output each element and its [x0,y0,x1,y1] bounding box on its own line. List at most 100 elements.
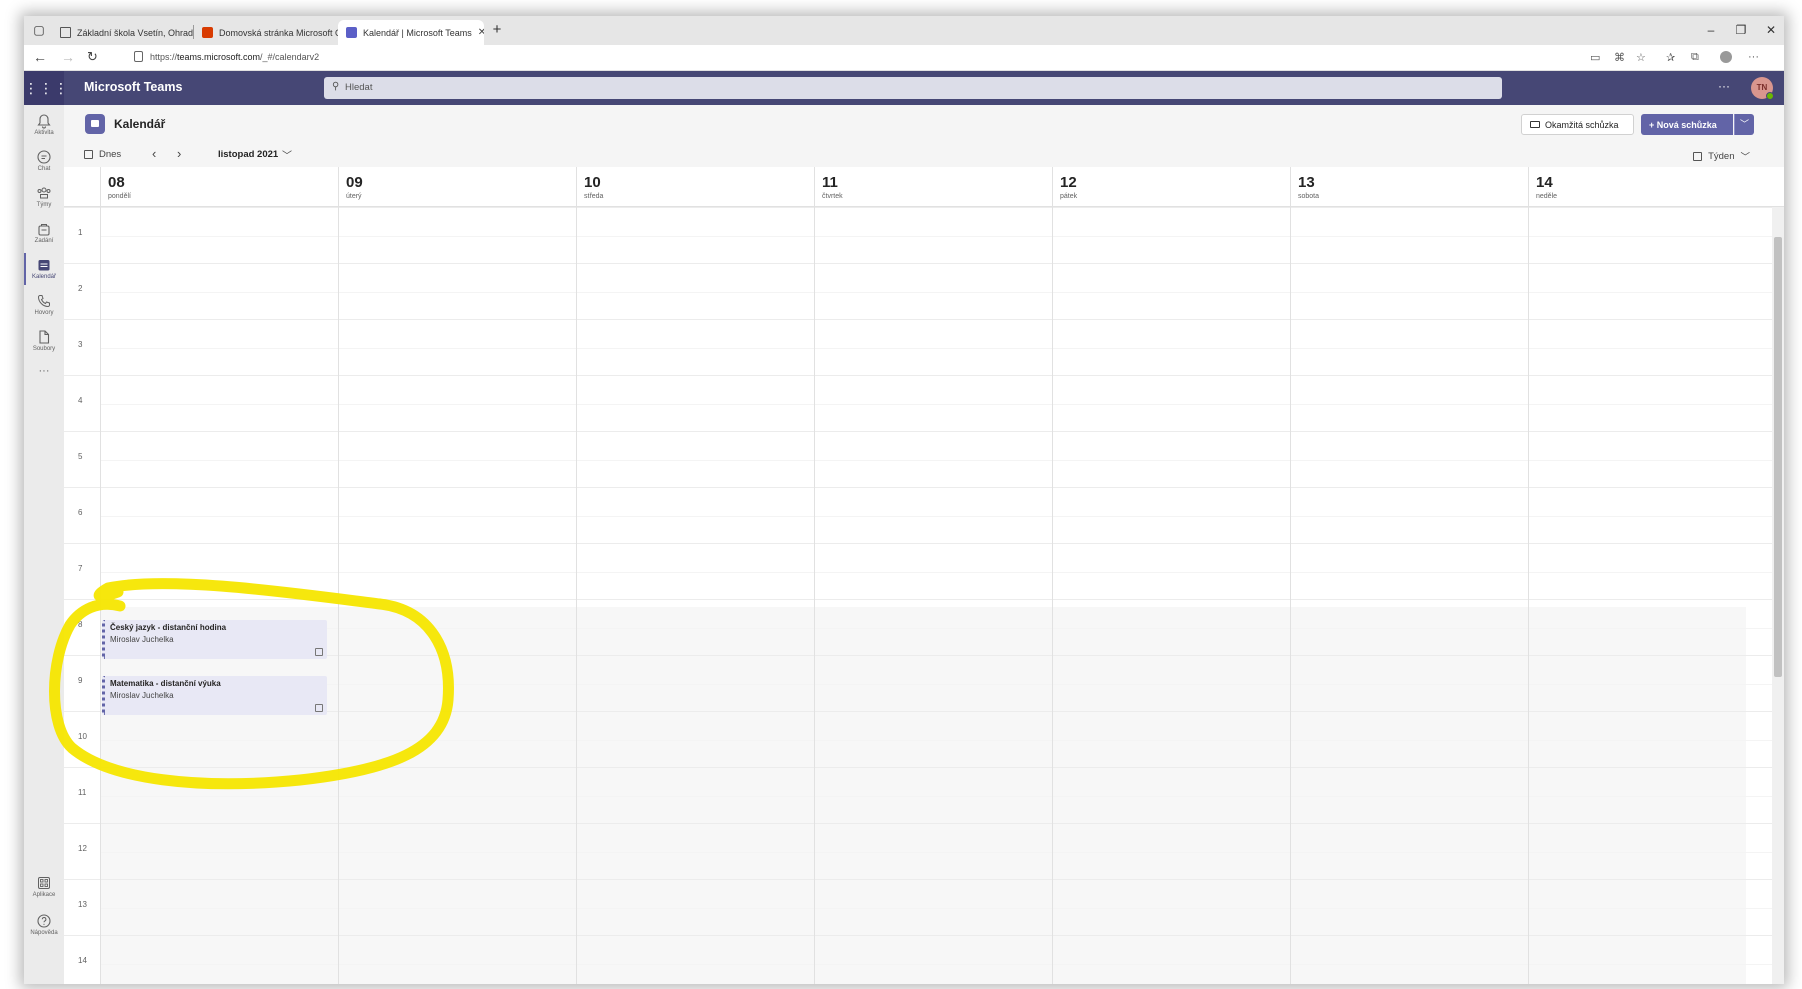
next-week-chevron-icon[interactable]: › [177,146,181,161]
rail-label: Týmy [36,202,52,208]
avatar-initials: TN [1756,83,1768,92]
rail-label: Zadání [34,238,54,244]
app-name: Microsoft Teams [84,80,183,94]
day-header-monday[interactable]: 08 pondělí [100,167,338,207]
calendar-event[interactable]: Matematika - distanční výuka Miroslav Ju… [102,676,327,715]
meet-now-button[interactable]: Okamžitá schůzka [1521,114,1634,135]
half-hour-line [100,852,1784,853]
url-field[interactable]: https://teams.microsoft.com/_#/calendarv… [150,52,319,62]
hour-row: 14 [64,935,1784,984]
bell-icon [37,114,51,129]
calendar-view-icon [1693,151,1703,161]
day-header-tuesday[interactable]: 09 úterý [338,167,576,207]
day-name: pátek [1060,193,1078,200]
month-picker[interactable]: listopad 2021 [218,149,278,160]
day-number: 14 [1536,174,1553,191]
previous-week-chevron-icon[interactable]: ‹ [152,146,156,161]
profile-icon[interactable] [1720,51,1732,63]
browser-menu-icon[interactable]: ··· [1748,51,1759,63]
rail-item-calendar[interactable]: Kalendář [24,251,64,287]
new-meeting-dropdown-chevron-icon[interactable]: ﹀ [1734,114,1754,135]
rail-item-files[interactable]: Soubory [24,323,64,359]
half-hour-line [100,964,1784,965]
rail-label: Aktivita [34,130,54,136]
event-organizer: Miroslav Juchelka [110,691,174,700]
teams-header: ⋮⋮⋮ Microsoft Teams ⚲ Hledat ··· TN [24,71,1784,105]
day-column-divider [814,207,815,984]
search-input[interactable]: ⚲ Hledat [324,77,1502,99]
reader-icon[interactable]: ▭ [1590,51,1600,64]
hour-label: 12 [78,844,87,853]
day-name: sobota [1298,193,1320,200]
more-options-icon[interactable]: ··· [1718,79,1730,93]
calendar-scrollbar[interactable] [1772,207,1784,984]
rail-item-teams[interactable]: Týmy [24,179,64,215]
rail-item-activity[interactable]: Aktivita [24,107,64,143]
avatar[interactable]: TN [1751,77,1774,100]
tab-actions-icon[interactable]: ▢ [32,24,46,36]
day-header-friday[interactable]: 12 pátek [1052,167,1290,207]
day-header-thursday[interactable]: 11 čtvrtek [814,167,1052,207]
chevron-down-icon: ﹀ [1740,152,1750,163]
time-grid[interactable]: 1 2 3 4 5 6 7 8 9 10 11 12 13 14 Český j… [64,207,1784,984]
tab-title: Základní škola Vsetín, Ohrada 16 [77,27,194,38]
hour-label: 3 [78,340,83,349]
calendar-header: Kalendář Okamžitá schůzka + Nová schůzka… [64,105,1784,141]
rail-item-help[interactable]: Nápověda [24,907,64,943]
refresh-icon[interactable]: ↻ [87,49,98,65]
calendar-event[interactable]: Český jazyk - distanční hodina Miroslav … [102,620,327,659]
favorite-add-icon[interactable]: ☆ [1636,51,1646,64]
calendar-toolbar: Dnes ‹ › listopad 2021 ﹀ Týden ﹀ [64,141,1784,167]
browser-tab-teams[interactable]: Kalendář | Microsoft Teams ✕ [338,20,484,45]
event-title: Matematika - distanční výuka [110,679,221,688]
day-column-divider [576,207,577,984]
forward-arrow-icon[interactable]: → [61,49,75,65]
hour-label: 13 [78,900,87,909]
search-placeholder: Hledat [345,82,373,93]
browser-tab-office[interactable]: Domovská stránka Microsoft Off ✕ [194,20,338,45]
new-tab-button[interactable]: + [490,22,504,37]
minimize-button[interactable]: – [1704,24,1718,36]
lock-icon [134,51,143,62]
screenshot-icon[interactable]: ⌘ [1614,51,1625,64]
half-hour-line [100,908,1784,909]
chevron-down-icon[interactable]: ﹀ [282,147,292,162]
rail-item-more[interactable]: ··· [24,359,64,395]
day-column-divider [1290,207,1291,984]
app-launcher-icon[interactable]: ⋮⋮⋮ [24,71,68,105]
today-button[interactable]: Dnes [84,149,121,160]
day-column-divider [100,207,101,984]
half-hour-line [100,516,1784,517]
rail-item-apps[interactable]: Aplikace [24,869,64,905]
rail-item-chat[interactable]: Chat [24,143,64,179]
browser-tab-school[interactable]: Základní škola Vsetín, Ohrada 16 ✕ [52,20,194,45]
calendar-app-icon [85,114,105,134]
day-number: 10 [584,174,601,191]
favorites-icon[interactable]: ✰ [1666,51,1675,64]
half-hour-line [100,684,1784,685]
scrollbar-thumb[interactable] [1774,237,1782,677]
hour-row: 10 [64,711,1784,767]
close-window-button[interactable]: ✕ [1764,24,1778,36]
half-hour-line [100,460,1784,461]
restore-button[interactable]: ❐ [1734,24,1748,36]
event-title: Český jazyk - distanční hodina [110,623,227,632]
new-meeting-button[interactable]: + Nová schůzka [1641,114,1733,135]
page-icon [60,27,71,38]
day-name: pondělí [108,193,131,200]
rail-item-calls[interactable]: Hovory [24,287,64,323]
day-name: neděle [1536,193,1558,200]
hour-row: 4 [64,375,1784,431]
day-header-wednesday[interactable]: 10 středa [576,167,814,207]
rail-item-assignments[interactable]: Zadání [24,215,64,251]
camera-icon [1530,121,1540,128]
back-arrow-icon[interactable]: ← [33,49,47,65]
collections-icon[interactable]: ⧉ [1691,51,1699,64]
tab-title: Kalendář | Microsoft Teams [363,27,472,38]
view-switcher[interactable]: Týden ﹀ [1693,149,1750,163]
day-number: 13 [1298,174,1315,191]
page-title: Kalendář [114,117,166,131]
day-header-sunday[interactable]: 14 neděle [1528,167,1766,207]
close-tab-icon[interactable]: ✕ [472,27,484,38]
day-header-saturday[interactable]: 13 sobota [1290,167,1528,207]
